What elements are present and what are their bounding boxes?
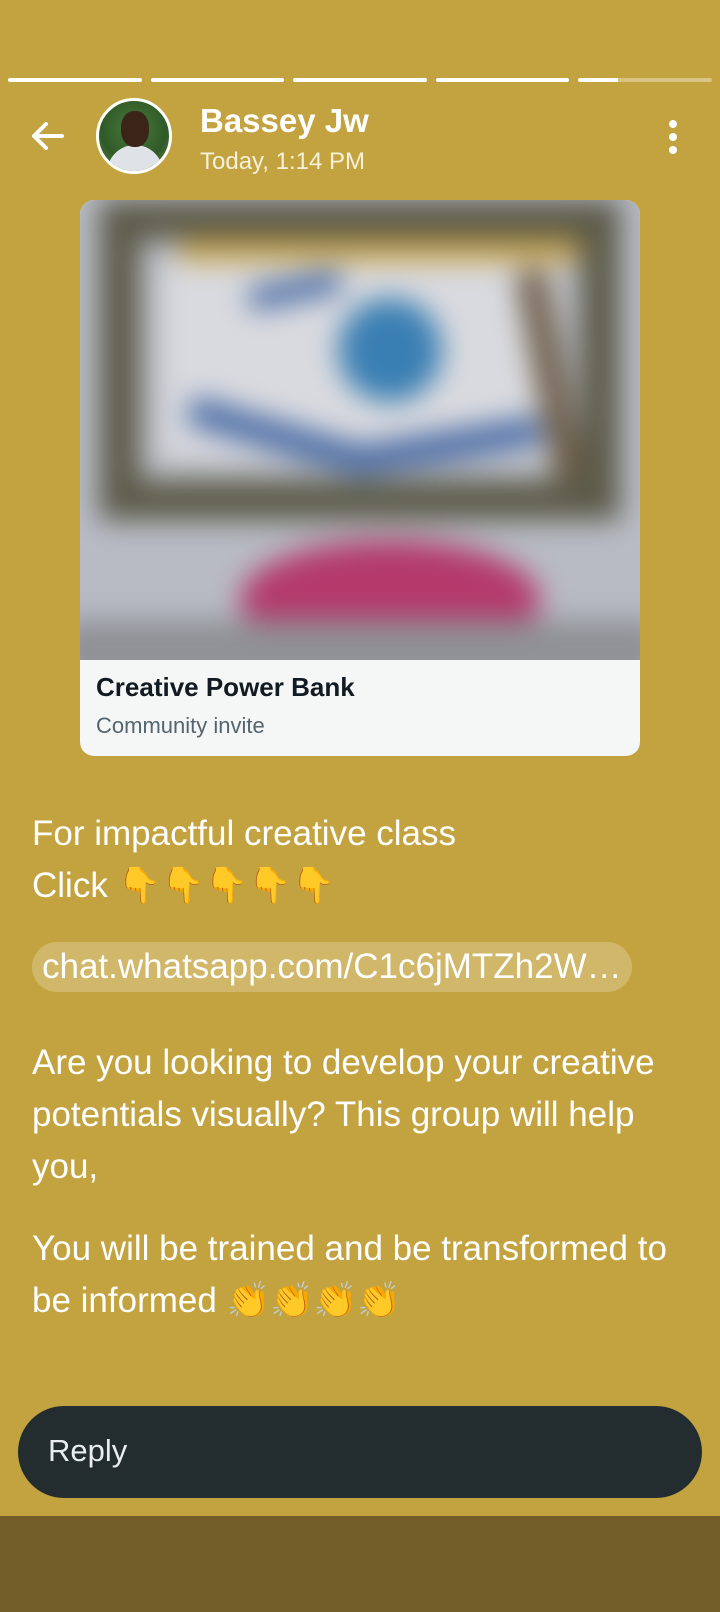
more-options-icon[interactable] bbox=[668, 120, 678, 156]
progress-segment bbox=[293, 78, 427, 82]
invite-link[interactable]: chat.whatsapp.com/C1c6jMTZh2W… bbox=[32, 942, 632, 992]
bottom-band bbox=[0, 1516, 720, 1612]
caption-line-1: For impactful creative class bbox=[32, 814, 457, 853]
back-arrow-icon[interactable] bbox=[26, 114, 70, 158]
invite-subtitle: Community invite bbox=[96, 713, 265, 738]
status-caption: For impactful creative class Click 👇👇👇👇👇… bbox=[32, 808, 692, 1327]
progress-segment bbox=[578, 78, 712, 82]
status-header: Bassey Jw Today, 1:14 PM bbox=[0, 96, 720, 180]
caption-paragraph-2: Are you looking to develop your creative… bbox=[32, 1043, 655, 1186]
caption-paragraph-3: You will be trained and be transformed t… bbox=[32, 1229, 667, 1320]
invite-title: Creative Power Bank bbox=[96, 672, 355, 702]
invite-preview-image bbox=[80, 200, 640, 660]
reply-label: Reply bbox=[48, 1433, 128, 1468]
progress-segment bbox=[150, 78, 285, 82]
caption-line-2: Click 👇👇👇👇👇 bbox=[32, 866, 336, 905]
progress-segment bbox=[8, 78, 142, 82]
contact-name[interactable]: Bassey Jw bbox=[200, 102, 369, 140]
community-invite-card[interactable]: Creative Power Bank Community invite bbox=[80, 200, 640, 756]
progress-segment bbox=[435, 78, 570, 82]
status-timestamp: Today, 1:14 PM bbox=[200, 148, 365, 175]
reply-bar[interactable]: Reply bbox=[18, 1406, 702, 1498]
avatar[interactable] bbox=[96, 98, 172, 174]
status-progress-bar bbox=[8, 78, 712, 82]
